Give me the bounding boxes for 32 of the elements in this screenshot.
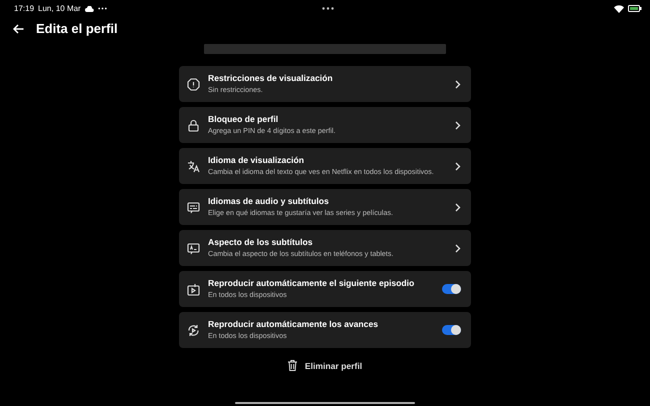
status-date: Lun, 10 Mar — [38, 4, 81, 13]
toggle-switch[interactable] — [442, 284, 461, 294]
page-title: Edita el perfil — [36, 21, 118, 36]
chevron-icon — [455, 80, 461, 88]
status-time: 17:19 — [14, 4, 34, 13]
trash-icon — [288, 360, 297, 371]
item-title: Idioma de visualización — [208, 155, 305, 166]
chevron-icon — [455, 244, 461, 252]
back-icon[interactable] — [13, 24, 24, 34]
item-title: Reproducir automáticamente el siguiente episodio — [208, 278, 416, 288]
more-icon — [322, 7, 334, 10]
lock-icon — [187, 118, 200, 132]
item-title: Idiomas de audio y subtítulos — [208, 196, 330, 206]
toggle-switch[interactable] — [442, 325, 461, 335]
warning-icon — [187, 78, 200, 90]
next-episode-icon — [187, 282, 200, 296]
item-title: Reproducir automáticamente los avances — [208, 319, 380, 330]
chevron-icon — [455, 120, 461, 130]
translate-icon — [187, 160, 200, 172]
more-icon — [98, 7, 107, 10]
delete-profile-button[interactable]: Eliminar perfil — [284, 358, 366, 373]
chevron-icon — [455, 162, 461, 170]
cloud-icon — [84, 6, 94, 12]
item-title: Aspecto de los subtítulos — [208, 237, 314, 248]
item-title: Restricciones de visualización — [208, 73, 334, 84]
autoplay-icon — [187, 324, 200, 336]
subtitles-icon — [187, 200, 200, 214]
battery-icon — [628, 5, 642, 12]
chevron-icon — [455, 202, 461, 212]
item-title: Bloqueo de perfil — [208, 114, 280, 124]
caption-style-icon — [187, 242, 200, 254]
wifi-icon — [614, 4, 624, 12]
